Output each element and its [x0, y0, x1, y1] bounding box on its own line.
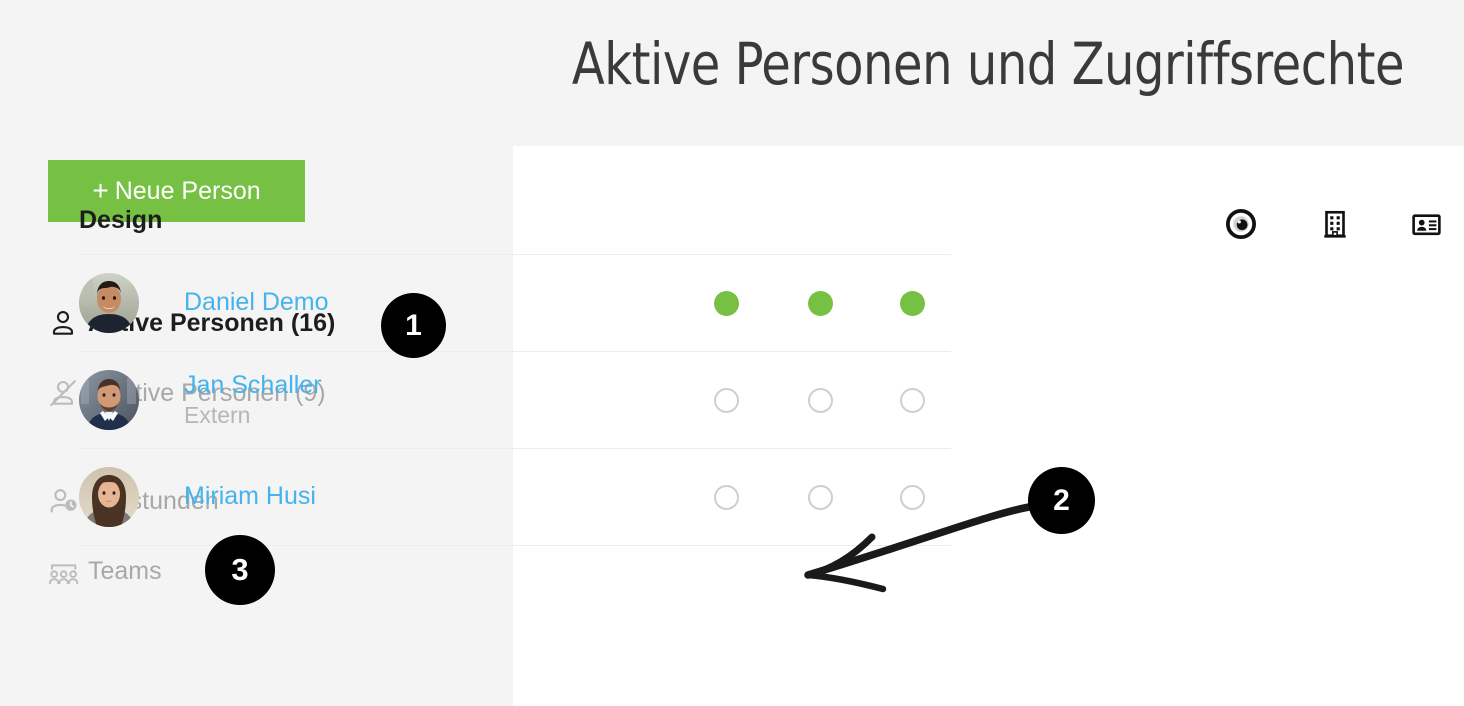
avatar[interactable] [79, 273, 139, 333]
team-group-icon [48, 551, 88, 591]
callout-badge-3: 3 [205, 535, 275, 605]
permission-dot-visibility[interactable] [714, 290, 739, 316]
permission-dot-visibility[interactable] [714, 387, 739, 413]
table-row[interactable]: Jan Schaller Extern [79, 351, 951, 448]
person-name-link[interactable]: Jan Schaller [184, 371, 322, 401]
table-row[interactable]: Miriam Husi [79, 448, 951, 546]
eye-iris-icon[interactable] [1224, 207, 1258, 241]
group-header-design: Design [79, 206, 163, 234]
sidebar-item-teams[interactable]: Teams [48, 551, 162, 591]
person-info: Miriam Husi [184, 482, 316, 512]
permission-dot-identity[interactable] [900, 484, 925, 510]
avatar[interactable] [79, 467, 139, 527]
page-title: Aktive Personen und Zugriffsrechte [571, 30, 1405, 98]
person-info: Jan Schaller Extern [184, 371, 322, 430]
permission-dot-identity[interactable] [900, 387, 925, 413]
person-info: Daniel Demo [184, 288, 329, 318]
callout-badge-2: 2 [1028, 467, 1095, 534]
permission-dot-company[interactable] [808, 290, 833, 316]
callout-badge-1: 1 [381, 293, 446, 358]
building-icon[interactable] [1318, 207, 1352, 241]
plus-icon: + [92, 175, 109, 206]
new-person-button-label: Neue Person [114, 177, 261, 205]
person-name-link[interactable]: Miriam Husi [184, 482, 316, 512]
table-row[interactable]: Daniel Demo [79, 254, 951, 351]
people-table: Daniel Demo Jan Schaller Extern Miriam H… [79, 254, 951, 546]
permission-dot-company[interactable] [808, 387, 833, 413]
person-subtitle-extern: Extern [184, 402, 251, 429]
permission-dot-identity[interactable] [900, 290, 925, 316]
permission-dot-visibility[interactable] [714, 484, 739, 510]
person-name-link[interactable]: Daniel Demo [184, 288, 329, 318]
id-card-icon[interactable] [1409, 207, 1443, 241]
avatar[interactable] [79, 370, 139, 430]
sidebar-item-label: Teams [88, 556, 162, 585]
permission-dot-company[interactable] [808, 484, 833, 510]
